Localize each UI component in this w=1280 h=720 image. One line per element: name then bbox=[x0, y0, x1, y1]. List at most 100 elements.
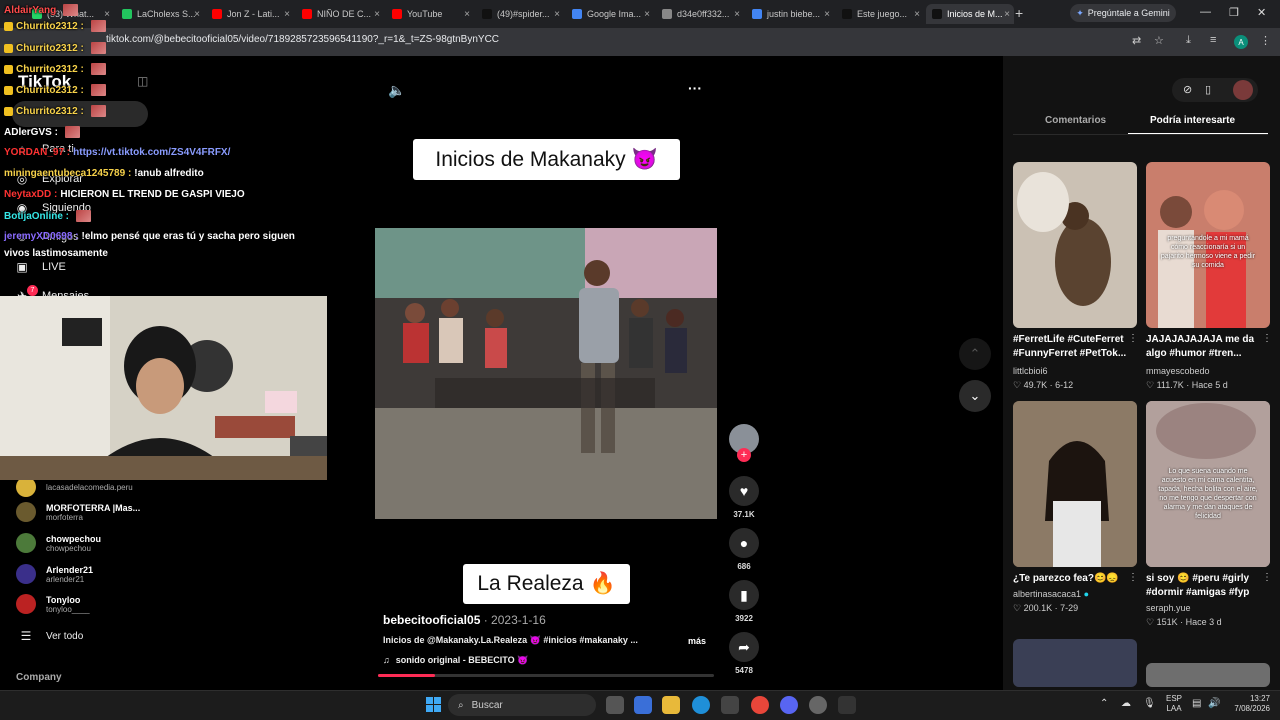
tab-comentarios[interactable]: Comentarios bbox=[1045, 115, 1106, 126]
profile-avatar[interactable]: A bbox=[1234, 35, 1248, 49]
file-explorer-icon[interactable] bbox=[662, 696, 680, 714]
browser-tab[interactable]: Google Ima... × bbox=[566, 4, 654, 24]
close-tab-icon[interactable]: × bbox=[1004, 9, 1010, 20]
close-tab-icon[interactable]: × bbox=[914, 9, 920, 20]
close-tab-icon[interactable]: × bbox=[464, 9, 470, 20]
bookmark-star-icon[interactable]: ☆ bbox=[1154, 34, 1164, 47]
next-video-button[interactable]: ⌄ bbox=[959, 380, 991, 412]
maximize-icon[interactable]: ❐ bbox=[1229, 6, 1239, 19]
minimize-icon[interactable]: — bbox=[1200, 6, 1211, 18]
browser-tab[interactable]: Este juego... × bbox=[836, 4, 924, 24]
card-more-icon[interactable]: ⋮ bbox=[1262, 333, 1272, 344]
card-more-icon[interactable]: ⋮ bbox=[1262, 572, 1272, 583]
close-tab-icon[interactable]: × bbox=[194, 9, 200, 20]
obs-icon[interactable] bbox=[809, 696, 827, 714]
card-user[interactable]: littlcbioi6 bbox=[1013, 366, 1048, 376]
suggested-video-card[interactable]: preguntandole a mi mamá cómo reaccionarí… bbox=[1146, 162, 1270, 328]
account-item[interactable]: chowpechou chowpechou bbox=[16, 533, 101, 553]
speaker-icon[interactable]: 🔊 bbox=[1208, 698, 1220, 709]
close-tab-icon[interactable]: × bbox=[734, 9, 740, 20]
browser-tab[interactable]: Inicios de M... × bbox=[926, 4, 1014, 24]
user-avatar[interactable] bbox=[1233, 80, 1253, 100]
card-more-icon[interactable]: ⋮ bbox=[1128, 572, 1138, 583]
clock[interactable]: 13:27 7/08/2026 bbox=[1226, 694, 1270, 714]
browser-tab[interactable]: d34e0ff332... × bbox=[656, 4, 744, 24]
new-tab-button[interactable]: + bbox=[1015, 5, 1023, 21]
account-item[interactable]: MORFOTERRA |Mas... morfoterra bbox=[16, 502, 140, 522]
language-indicator[interactable]: ESP LAA bbox=[1166, 694, 1182, 714]
url-field[interactable]: tiktok.com/@bebecitooficial05/video/7189… bbox=[106, 34, 499, 45]
suggested-video-card[interactable] bbox=[1013, 639, 1137, 687]
close-window-icon[interactable]: ✕ bbox=[1257, 6, 1266, 19]
widgets-icon[interactable] bbox=[634, 696, 652, 714]
share-button[interactable]: ➦ 5478 bbox=[729, 632, 759, 675]
creator-avatar-button[interactable]: + bbox=[729, 424, 759, 462]
tab-podria-interesarte[interactable]: Podría interesarte bbox=[1150, 115, 1235, 126]
card-user[interactable]: mmayescobedo bbox=[1146, 366, 1210, 376]
edge-icon[interactable] bbox=[692, 696, 710, 714]
company-link[interactable]: Company bbox=[16, 672, 62, 683]
account-item[interactable]: Arlender21 arlender21 bbox=[16, 564, 93, 584]
browser-tab[interactable]: NIÑO DE C... × bbox=[296, 4, 384, 24]
volume-icon[interactable]: 🔈 bbox=[388, 82, 405, 99]
browser-tab[interactable]: justin biebe... × bbox=[746, 4, 834, 24]
card-more-icon[interactable]: ⋮ bbox=[1128, 333, 1138, 344]
card-title[interactable]: si soy 😊 #peru #girly #dormir #amigas #f… bbox=[1146, 572, 1262, 600]
browser-tab[interactable]: Jon Z - Lati... × bbox=[206, 4, 294, 24]
card-title[interactable]: #FerretLife #CuteFerret #FunnyFerret #Pe… bbox=[1013, 333, 1129, 361]
suggested-video-card[interactable] bbox=[1013, 162, 1137, 328]
comment-button[interactable]: ● 686 bbox=[729, 528, 759, 571]
gemini-button[interactable]: ✦ Pregúntale a Gemini bbox=[1070, 4, 1176, 22]
card-title[interactable]: JAJAJAJAJAJA me da algo #humor #tren... bbox=[1146, 333, 1262, 361]
store-icon[interactable] bbox=[721, 696, 739, 714]
discord-icon[interactable] bbox=[780, 696, 798, 714]
device-icon[interactable]: ▯ bbox=[1205, 83, 1211, 96]
account-item[interactable]: lacasadelacomedia.peru bbox=[16, 477, 133, 497]
tray-chevron-icon[interactable]: ⌃ bbox=[1100, 698, 1108, 709]
card-user[interactable]: seraph.yue bbox=[1146, 603, 1191, 613]
collapse-sidebar-icon[interactable]: ◫ bbox=[137, 74, 148, 88]
video-frame[interactable] bbox=[375, 228, 717, 519]
browser-tab[interactable]: LaCholexs S... × bbox=[116, 4, 204, 24]
taskbar-search[interactable]: ⌕ Buscar bbox=[448, 694, 596, 716]
follow-plus-icon[interactable]: + bbox=[737, 448, 751, 462]
save-button[interactable]: ▮ 3922 bbox=[729, 580, 759, 623]
ellipsis-icon[interactable]: ··· bbox=[688, 80, 702, 96]
weather-icon[interactable]: ☁ bbox=[1121, 698, 1131, 709]
close-tab-icon[interactable]: × bbox=[284, 9, 290, 20]
more-link[interactable]: más bbox=[688, 636, 706, 646]
previous-video-button[interactable]: ⌃ bbox=[959, 338, 991, 370]
translate-icon[interactable]: ⇄ bbox=[1132, 34, 1141, 47]
suggested-video-card[interactable] bbox=[1013, 401, 1137, 567]
close-tab-icon[interactable]: × bbox=[554, 9, 560, 20]
streamer-webcam bbox=[0, 296, 327, 480]
task-view-icon[interactable] bbox=[606, 696, 624, 714]
close-tab-icon[interactable]: × bbox=[374, 9, 380, 20]
chat-message: NeytaxDD : HICIERON EL TREND DE GASPI VIE… bbox=[4, 189, 245, 200]
close-tab-icon[interactable]: × bbox=[644, 9, 650, 20]
explore-icon[interactable]: ⊘ bbox=[1183, 83, 1192, 96]
like-button[interactable]: ♥ 37.1K bbox=[729, 476, 759, 519]
download-icon[interactable]: ⤓ bbox=[1186, 34, 1191, 47]
chrome-icon[interactable] bbox=[751, 696, 769, 714]
browser-tab[interactable]: YouTube × bbox=[386, 4, 474, 24]
windows-start-icon[interactable] bbox=[426, 697, 441, 712]
close-tab-icon[interactable]: × bbox=[824, 9, 830, 20]
sound-link[interactable]: ♫ sonido original - BEBECITO 😈 bbox=[383, 655, 528, 666]
app-icon[interactable] bbox=[838, 696, 856, 714]
video-author[interactable]: bebecitooficial05 · 2023-1-16 bbox=[383, 613, 546, 627]
browser-menu-icon[interactable]: ⋮ bbox=[1260, 34, 1271, 47]
microphone-icon[interactable]: 🎙 bbox=[1143, 698, 1156, 709]
account-item[interactable]: Tonyloo tonyloo____ bbox=[16, 594, 90, 614]
chat-message: Churrito2312 : bbox=[4, 105, 106, 117]
tab-search-icon[interactable]: ≡ bbox=[1210, 34, 1216, 46]
card-user[interactable]: albertinasacaca1 ● bbox=[1013, 589, 1089, 599]
nav-live[interactable]: ▣ LIVE bbox=[14, 260, 66, 274]
see-all-link[interactable]: ☰ Ver todo bbox=[18, 629, 84, 643]
browser-tab[interactable]: (49)#spider... × bbox=[476, 4, 564, 24]
card-title[interactable]: ¿Te parezco fea?😊😞 bbox=[1013, 572, 1129, 586]
suggested-video-card[interactable]: Lo que suena cuando me acuesto en mi cam… bbox=[1146, 401, 1270, 567]
suggested-video-card[interactable] bbox=[1146, 663, 1270, 687]
network-icon[interactable]: ▤ bbox=[1192, 698, 1201, 709]
close-tab-icon[interactable]: × bbox=[104, 9, 110, 20]
